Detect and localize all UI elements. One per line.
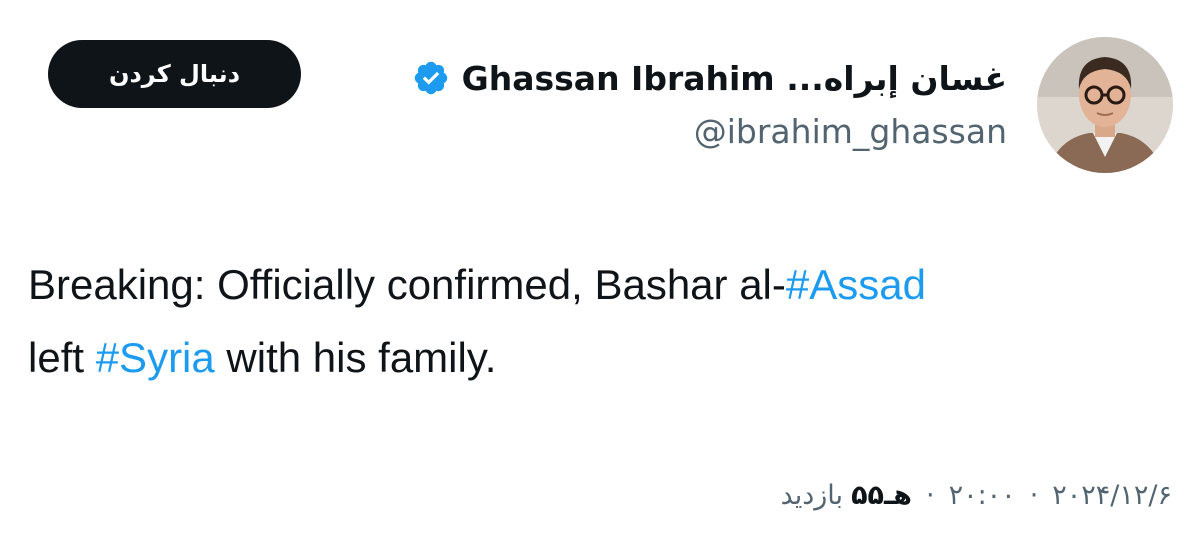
tweet-text-segment: Breaking: Officially confirmed, Bashar a… (28, 261, 786, 308)
views-label: بازدید (780, 479, 844, 511)
user-handle[interactable]: @ibrahim_ghassan (694, 112, 1007, 151)
meta-separator: · (1029, 479, 1039, 511)
user-name-row[interactable]: غسان إبراه... Ghassan Ibrahim (412, 52, 1007, 104)
avatar[interactable] (1037, 37, 1173, 173)
display-name[interactable]: غسان إبراه... Ghassan Ibrahim (462, 59, 1007, 98)
tweet-date[interactable]: ۲۰۲۴/۱۲/۶ (1052, 480, 1172, 511)
tweet-text-segment: left (28, 334, 96, 381)
hashtag-syria[interactable]: #Syria (96, 334, 215, 381)
meta-separator: · (925, 479, 935, 511)
tweet-time[interactable]: ۲۰:۰۰ (949, 480, 1016, 511)
avatar-photo (1037, 37, 1173, 173)
hashtag-assad[interactable]: #Assad (786, 261, 926, 308)
tweet-text-segment: with his family. (214, 334, 497, 381)
tweet-text: Breaking: Officially confirmed, Bashar a… (28, 248, 1178, 394)
views-count: ۵۵هـ (851, 479, 912, 511)
tweet-card: غسان إبراه... Ghassan Ibrahim @ibrahim_g… (0, 0, 1200, 535)
tweet-meta: ۲۰۲۴/۱۲/۶ · ۲۰:۰۰ · ۵۵هـ بازدید (781, 470, 1172, 520)
tweet-line-2: left #Syria with his family. (28, 321, 1178, 394)
follow-button[interactable]: دنبال کردن (48, 40, 301, 108)
verified-badge-icon (412, 59, 450, 97)
tweet-line-1: Breaking: Officially confirmed, Bashar a… (28, 248, 1178, 321)
views[interactable]: ۵۵هـ بازدید (781, 480, 912, 511)
